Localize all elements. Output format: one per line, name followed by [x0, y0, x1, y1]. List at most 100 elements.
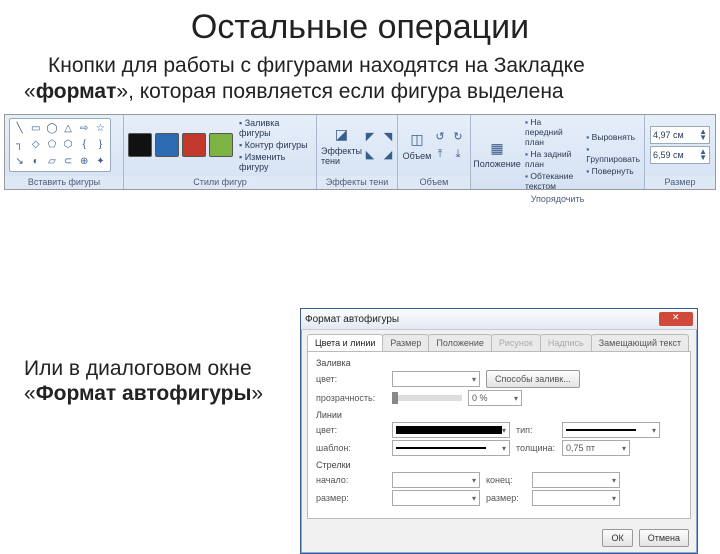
tab-textbox[interactable]: Надпись: [540, 334, 592, 351]
nudge-icon[interactable]: ↻: [450, 128, 466, 144]
chevron-down-icon: ▾: [612, 476, 616, 485]
shape-icon[interactable]: ↘: [12, 154, 27, 169]
value: 0,75 пт: [566, 443, 595, 453]
style-swatches[interactable]: [128, 133, 233, 157]
section-label: Линии: [316, 410, 682, 420]
label-transparency: прозрачность:: [316, 393, 386, 403]
shape-icon[interactable]: ▱: [44, 154, 59, 169]
label-end-size: размер:: [486, 493, 526, 503]
tab-picture[interactable]: Рисунок: [491, 334, 541, 351]
swatch[interactable]: [155, 133, 179, 157]
shape-icon[interactable]: ◇: [28, 137, 43, 152]
shape-icon[interactable]: }: [93, 137, 108, 152]
label-line-color: цвет:: [316, 425, 386, 435]
paragraph-2: Или в диалоговом окне «Формат автофигуры…: [24, 356, 284, 406]
nudge-icon[interactable]: ↺: [432, 128, 448, 144]
shape-icon[interactable]: ⬡: [61, 137, 76, 152]
chevron-down-icon: ▾: [472, 476, 476, 485]
ribbon-group-shadow: ◪ Эффекты тени ◤◥ ◣◢ Эффекты тени: [317, 115, 398, 189]
shape-gallery[interactable]: ╲▭◯△⇨☆ ┐◇⬠⬡{} ↘◐▱⊂⊕✦: [9, 118, 111, 172]
position-btn[interactable]: ▦ Положение: [475, 138, 519, 169]
group-btn[interactable]: Группировать: [586, 144, 640, 164]
fill-methods-button[interactable]: Способы заливк...: [486, 370, 580, 388]
arrow-end-size[interactable]: ▾: [532, 490, 620, 506]
arrow-start-select[interactable]: ▾: [392, 472, 480, 488]
shadow-nudge[interactable]: ◤◥ ◣◢: [362, 128, 396, 162]
swatch[interactable]: [128, 133, 152, 157]
nudge-icon[interactable]: ◥: [380, 128, 396, 144]
label-start-size: размер:: [316, 493, 386, 503]
position-icon: ▦: [487, 138, 507, 158]
nudge-icon[interactable]: ◤: [362, 128, 378, 144]
shadow-effects-btn[interactable]: ◪ Эффекты тени: [321, 125, 362, 166]
volume-nudge[interactable]: ↺↻ ⤒⤓: [432, 128, 466, 162]
ribbon-group-size: 4,97 см ▲▼ 6,59 см▲▼ Размер: [645, 115, 715, 189]
nudge-icon[interactable]: ◢: [380, 146, 396, 162]
label-thickness: толщина:: [516, 443, 556, 453]
nudge-icon[interactable]: ◣: [362, 146, 378, 162]
swatch[interactable]: [209, 133, 233, 157]
arrow-end-select[interactable]: ▾: [532, 472, 620, 488]
spinner-icon: ▾: [514, 394, 518, 403]
volume-btn[interactable]: ◫ Объем: [402, 130, 432, 161]
tab-colors-lines[interactable]: Цвета и линии: [307, 334, 383, 351]
arrow-start-size[interactable]: ▾: [392, 490, 480, 506]
shape-icon[interactable]: ⊂: [61, 154, 76, 169]
line-template-select[interactable]: ▾: [392, 440, 510, 456]
shape-icon[interactable]: ⬠: [44, 137, 59, 152]
nudge-icon[interactable]: ⤓: [450, 146, 466, 162]
change-btn[interactable]: Изменить фигуру: [239, 152, 312, 172]
spinner-arrows[interactable]: ▲▼: [699, 149, 707, 161]
chevron-down-icon: ▾: [472, 375, 476, 384]
fill-btn[interactable]: Заливка фигуры: [239, 118, 312, 138]
group-label: Размер: [645, 176, 715, 189]
shape-icon[interactable]: △: [61, 121, 76, 136]
wrap-btn[interactable]: Обтекание текстом: [525, 171, 580, 191]
spinner-value: 4,97 см: [653, 130, 684, 140]
btn-label: Положение: [473, 159, 521, 169]
tab-position[interactable]: Положение: [428, 334, 492, 351]
cancel-button[interactable]: Отмена: [639, 529, 689, 547]
spinner-arrows[interactable]: ▲▼: [699, 129, 707, 141]
shape-icon[interactable]: ⇨: [77, 121, 92, 136]
fill-color-select[interactable]: ▾: [392, 371, 480, 387]
front-btn[interactable]: На передний план: [525, 117, 580, 147]
slide-title: Остальные операции: [0, 8, 720, 47]
transparency-slider[interactable]: [392, 395, 462, 401]
section-label: Заливка: [316, 358, 682, 368]
swatch[interactable]: [182, 133, 206, 157]
shadow-icon: ◪: [331, 125, 351, 145]
ribbon-group-insert: ╲▭◯△⇨☆ ┐◇⬠⬡{} ↘◐▱⊂⊕✦ Вставить фигуры: [5, 115, 124, 189]
line-color-select[interactable]: ▾: [392, 422, 510, 438]
outline-btn[interactable]: Контур фигуры: [239, 140, 312, 150]
tab-size[interactable]: Размер: [382, 334, 429, 351]
rotate-btn[interactable]: Повернуть: [586, 166, 640, 176]
shape-icon[interactable]: ☆: [93, 121, 108, 136]
dialog-titlebar: Формат автофигуры: [301, 309, 697, 330]
section-label: Стрелки: [316, 460, 682, 470]
shape-icon[interactable]: ⊕: [77, 154, 92, 169]
shape-icon[interactable]: ╲: [12, 121, 27, 136]
transparency-value[interactable]: 0 %▾: [468, 390, 522, 406]
width-spinner[interactable]: 6,59 см▲▼: [650, 146, 710, 164]
shape-icon[interactable]: {: [77, 137, 92, 152]
shape-icon[interactable]: ✦: [93, 154, 108, 169]
shape-icon[interactable]: ▭: [28, 121, 43, 136]
align-btn[interactable]: Выровнять: [586, 132, 640, 142]
format-autoshape-dialog: Формат автофигуры Цвета и линии Размер П…: [300, 308, 698, 554]
line-type-select[interactable]: ▾: [562, 422, 660, 438]
tab-alttext[interactable]: Замещающий текст: [591, 334, 689, 351]
nudge-icon[interactable]: ⤒: [432, 146, 448, 162]
shape-icon[interactable]: ◐: [28, 154, 43, 169]
shape-icon[interactable]: ┐: [12, 137, 27, 152]
group-label: Объем: [398, 176, 470, 189]
back-btn[interactable]: На задний план: [525, 149, 580, 169]
arrange-col1: На передний план На задний план Обтекани…: [525, 117, 580, 191]
chevron-down-icon: ▾: [652, 426, 656, 435]
thickness-value[interactable]: 0,75 пт▾: [562, 440, 630, 456]
ok-button[interactable]: ОК: [602, 529, 632, 547]
ribbon-group-volume: ◫ Объем ↺↻ ⤒⤓ Объем: [398, 115, 471, 189]
height-spinner[interactable]: 4,97 см ▲▼: [650, 126, 710, 144]
shape-icon[interactable]: ◯: [44, 121, 59, 136]
close-icon[interactable]: [659, 312, 693, 326]
